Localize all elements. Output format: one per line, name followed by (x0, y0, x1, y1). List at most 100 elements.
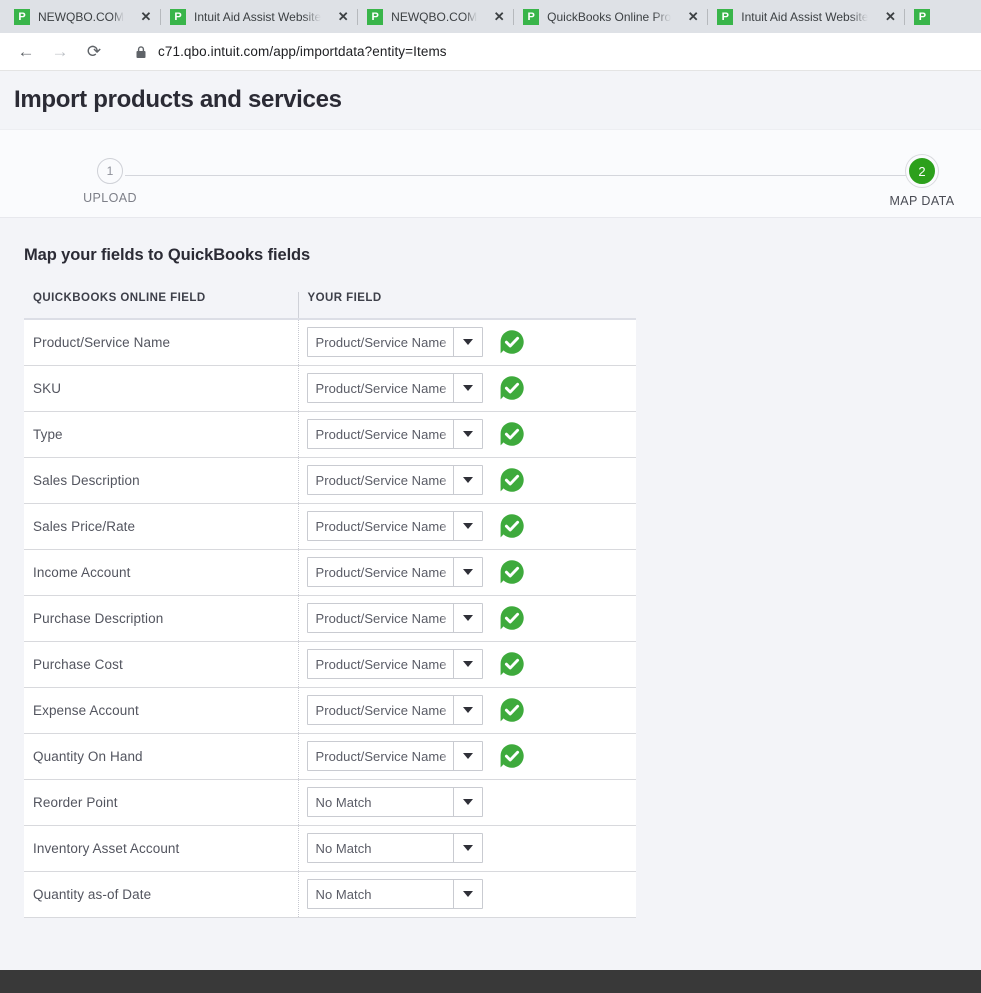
browser-tab[interactable]: PIntuit Aid Assist Website✕ (707, 0, 904, 33)
quickbooks-field-label: Sales Price/Rate (24, 503, 298, 549)
tab-favicon-icon: P (914, 9, 930, 25)
page-footer-bar (0, 970, 981, 993)
your-field-cell: No Match (298, 871, 636, 917)
chevron-down-icon[interactable] (453, 328, 482, 356)
tab-separator (904, 9, 905, 25)
match-success-check-icon (499, 605, 525, 631)
progress-stepper: 1 UPLOAD 2 MAP DATA (0, 129, 981, 218)
tab-close-icon[interactable]: ✕ (882, 9, 898, 25)
forward-arrow-icon: → (52, 42, 69, 62)
browser-tab[interactable]: PIntuit Aid Assist Website✕ (160, 0, 357, 33)
tab-favicon-icon: P (14, 9, 30, 25)
your-field-select[interactable]: No Match (307, 787, 483, 817)
forward-button[interactable]: → (46, 38, 74, 66)
reload-button[interactable]: ⟳ (80, 38, 108, 66)
stepper-connector-line (125, 175, 919, 176)
your-field-select[interactable]: Product/Service Name (307, 557, 483, 587)
section-title: Map your fields to QuickBooks fields (24, 246, 981, 265)
your-field-select[interactable]: Product/Service Name (307, 419, 483, 449)
your-field-select-value: Product/Service Name (308, 604, 453, 632)
your-field-select-value: Product/Service Name (308, 374, 453, 402)
page-title: Import products and services (14, 86, 342, 114)
chevron-down-icon[interactable] (453, 650, 482, 678)
match-success-check-icon (499, 375, 525, 401)
browser-tab[interactable]: P (904, 0, 940, 33)
your-field-cell: Product/Service Name (298, 365, 636, 411)
tab-close-icon[interactable]: ✕ (335, 9, 351, 25)
back-button[interactable]: ← (12, 38, 40, 66)
your-field-select[interactable]: Product/Service Name (307, 511, 483, 541)
chevron-down-icon[interactable] (453, 512, 482, 540)
quickbooks-field-label: Quantity as-of Date (24, 871, 298, 917)
your-field-select[interactable]: No Match (307, 879, 483, 909)
quickbooks-field-label: Quantity On Hand (24, 733, 298, 779)
stepper-step-upload[interactable]: 1 UPLOAD (50, 158, 170, 205)
your-field-select-value: Product/Service Name (308, 512, 453, 540)
address-bar[interactable]: c71.qbo.intuit.com/app/importdata?entity… (126, 39, 969, 65)
your-field-select[interactable]: Product/Service Name (307, 373, 483, 403)
chevron-down-icon[interactable] (453, 558, 482, 586)
quickbooks-field-label: Expense Account (24, 687, 298, 733)
match-success-check-icon (499, 651, 525, 677)
url-text: c71.qbo.intuit.com/app/importdata?entity… (158, 44, 447, 59)
your-field-select-value: Product/Service Name (308, 420, 453, 448)
stepper-step-upload-number: 1 (107, 164, 114, 178)
your-field-select-value: No Match (308, 788, 453, 816)
chevron-down-icon[interactable] (453, 788, 482, 816)
table-row: TypeProduct/Service Name (24, 411, 636, 457)
browser-tab[interactable]: PNEWQBO.COM✕ (357, 0, 513, 33)
stepper-step-map-data-number: 2 (918, 164, 925, 179)
chevron-down-icon[interactable] (453, 420, 482, 448)
stepper-step-upload-circle: 1 (97, 158, 123, 184)
tab-close-icon[interactable]: ✕ (138, 9, 154, 25)
tab-close-icon[interactable]: ✕ (685, 9, 701, 25)
browser-tab[interactable]: P NEWQBO.COM ✕ (4, 0, 160, 33)
chevron-down-icon[interactable] (453, 834, 482, 862)
stepper-step-map-data[interactable]: 2 MAP DATA (862, 155, 981, 208)
match-success-check-icon (499, 697, 525, 723)
browser-tab[interactable]: PQuickBooks Online Pro✕ (513, 0, 707, 33)
page-content: Import products and services 1 UPLOAD 2 … (0, 71, 981, 993)
stepper-step-upload-label: UPLOAD (50, 191, 170, 205)
your-field-cell: Product/Service Name (298, 457, 636, 503)
your-field-select-value: No Match (308, 834, 453, 862)
table-row: Sales Price/Rate Product/Service Name (24, 503, 636, 549)
chevron-down-icon[interactable] (453, 604, 482, 632)
your-field-select-value: Product/Service Name (308, 742, 453, 770)
your-field-select[interactable]: No Match (307, 833, 483, 863)
chevron-down-icon[interactable] (453, 742, 482, 770)
chevron-down-icon[interactable] (453, 466, 482, 494)
chevron-down-icon[interactable] (453, 880, 482, 908)
table-row: Income Account Product/Service Name (24, 549, 636, 595)
table-row: Quantity as-of Date No Match (24, 871, 636, 917)
field-mapping-table: QUICKBOOKS ONLINE FIELD YOUR FIELD Produ… (24, 292, 636, 918)
tab-title: Intuit Aid Assist Website (194, 10, 321, 24)
tab-close-icon[interactable]: ✕ (491, 9, 507, 25)
table-row: SKUProduct/Service Name (24, 365, 636, 411)
tab-favicon-icon: P (523, 9, 539, 25)
your-field-cell: Product/Service Name (298, 733, 636, 779)
column-header-your-field: YOUR FIELD (298, 292, 636, 319)
your-field-cell: Product/Service Name (298, 641, 636, 687)
table-row: Purchase DescriptionProduct/Service Name (24, 595, 636, 641)
quickbooks-field-label: Income Account (24, 549, 298, 595)
chevron-down-icon[interactable] (453, 374, 482, 402)
your-field-select[interactable]: Product/Service Name (307, 465, 483, 495)
table-row: Product/Service NameProduct/Service Name (24, 319, 636, 365)
your-field-select[interactable]: Product/Service Name (307, 603, 483, 633)
tab-separator (357, 9, 358, 25)
browser-toolbar: ← → ⟳ c71.qbo.intuit.com/app/importdata?… (0, 33, 981, 71)
page-title-band: Import products and services (0, 71, 981, 129)
your-field-select[interactable]: Product/Service Name (307, 741, 483, 771)
tab-separator (707, 9, 708, 25)
match-success-check-icon (499, 559, 525, 585)
your-field-select[interactable]: Product/Service Name (307, 649, 483, 679)
your-field-select[interactable]: Product/Service Name (307, 695, 483, 725)
your-field-cell: Product/Service Name (298, 595, 636, 641)
table-row: Purchase CostProduct/Service Name (24, 641, 636, 687)
your-field-select[interactable]: Product/Service Name (307, 327, 483, 357)
chevron-down-icon[interactable] (453, 696, 482, 724)
tab-title: NEWQBO.COM (38, 10, 124, 24)
your-field-cell: Product/Service Name (298, 687, 636, 733)
your-field-cell: Product/Service Name (298, 503, 636, 549)
